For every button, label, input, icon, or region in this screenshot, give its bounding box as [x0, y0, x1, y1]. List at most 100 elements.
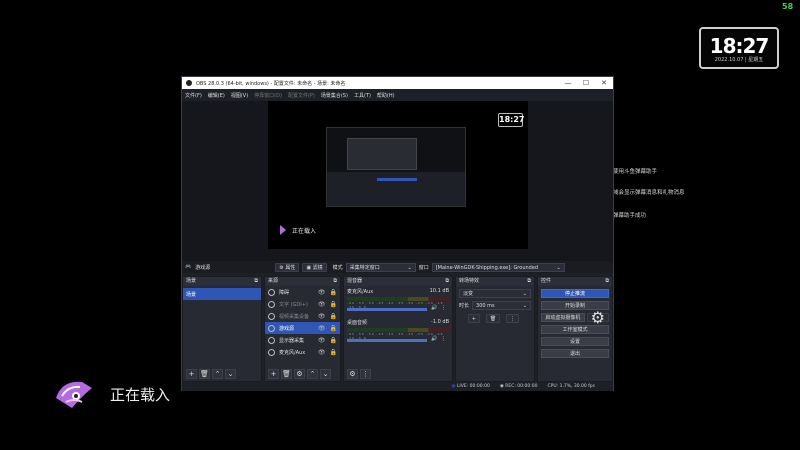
lock-icon: 🔒	[329, 324, 337, 332]
mixer-channel: 桌面音频 -1.0 dB -60 -55 -50 -45 -40 -35 -30 …	[347, 319, 449, 342]
preview-canvas[interactable]: 18:27 正在载入	[268, 101, 528, 249]
stop-streaming-button[interactable]: 停止推流	[541, 289, 609, 298]
title-bar: OBS 28.0.3 (64-bit, windows) - 配置文件: 未命名…	[182, 77, 613, 89]
audio-meter	[347, 328, 449, 332]
cpu-status: CPU: 1.7%, 30.00 fps	[547, 384, 596, 389]
source-item[interactable]: 视频采集设备 👁 🔒	[265, 310, 340, 322]
record-icon: ◉	[499, 384, 504, 389]
menu-profile[interactable]: 配置文件(P)	[288, 92, 315, 99]
clock-time: 18:27	[709, 34, 770, 58]
scenes-title: 场景	[186, 278, 197, 284]
add-scene-button[interactable]: +	[186, 369, 197, 379]
scene-item[interactable]: 场景	[183, 288, 261, 300]
more-icon[interactable]: ⋮	[441, 336, 446, 342]
properties-button[interactable]: ⚙ 属性	[275, 262, 300, 272]
source-item[interactable]: 文字 (GDI+) 👁 🔒	[265, 298, 340, 310]
move-up-button[interactable]: ⌃	[307, 369, 318, 379]
window-select[interactable]: [Maine-WinGDK-Shipping.exe]: Grounded ⌄	[431, 262, 565, 272]
danmu-note-2: 本区域会显示弹幕消息和礼物消息	[602, 190, 685, 196]
eye-icon: 👁	[317, 312, 326, 320]
preview-area: 18:27 正在载入	[182, 101, 613, 261]
lock-icon: 🔒	[329, 312, 337, 320]
add-source-button[interactable]: +	[268, 369, 279, 379]
source-item[interactable]: 麦克风/Aux 👁 🔒	[265, 346, 340, 358]
speaker-icon[interactable]: 🔊	[431, 336, 437, 342]
menu-tools[interactable]: 工具(T)	[354, 92, 371, 99]
undock-icon: ⧉	[333, 278, 337, 284]
undock-icon: ⧉	[605, 278, 609, 284]
volume-slider[interactable]	[347, 307, 427, 311]
move-up-button[interactable]: ⌃	[212, 369, 223, 379]
sources-dock: 来源 ⧉ 障碍 👁 🔒 文字 (GDI+) 👁 🔒 视频采集设备 👁 🔒 游戏源 👁 🔒 显示器采…	[264, 276, 341, 382]
source-settings-button[interactable]: ⚙	[294, 369, 305, 379]
menu-file[interactable]: 文件(F)	[185, 92, 202, 99]
nested-preview	[326, 127, 466, 207]
eye-icon: 👁	[317, 288, 326, 296]
menu-edit[interactable]: 编辑(E)	[208, 92, 225, 99]
lock-icon: 🔒	[329, 288, 337, 296]
channel-name: 桌面音频	[347, 320, 368, 326]
channel-db: 10.1 dB	[429, 288, 449, 294]
gear-icon[interactable]: ⚙	[586, 310, 609, 326]
source-icon	[268, 288, 275, 296]
controls-dock: 控件 ⧉ 停止推流 开始录制 启动虚拟摄像机 ⚙ 工作室模式 设置 退出	[537, 276, 613, 382]
transition-menu-button[interactable]: ⋮	[506, 314, 520, 323]
eye-icon: 👁	[317, 300, 326, 308]
lock-icon: 🔒	[329, 300, 337, 308]
camera-icon	[268, 312, 275, 320]
broadcast-icon: ◉	[451, 384, 456, 389]
channel-db: -1.0 dB	[431, 319, 449, 325]
clock-widget: 18:27 2022.10.07 | 星期五	[699, 27, 779, 69]
start-virtual-camera-button[interactable]: 启动虚拟摄像机	[541, 313, 585, 322]
speaker-icon[interactable]: 🔊	[431, 305, 437, 311]
text-icon	[268, 300, 275, 308]
remove-source-button[interactable]: 🗑	[281, 369, 292, 379]
obs-window: OBS 28.0.3 (64-bit, windows) - 配置文件: 未命名…	[181, 76, 614, 391]
controls-title: 控件	[541, 278, 552, 284]
mode-select[interactable]: 采集特定窗口 ⌄	[345, 262, 416, 272]
mixer-settings-button[interactable]: ⚙	[347, 369, 358, 379]
move-down-button[interactable]: ⌄	[320, 369, 331, 379]
close-button[interactable]: ✕	[595, 79, 613, 87]
obs-logo-icon	[186, 80, 192, 86]
loading-mascot-icon	[56, 381, 92, 408]
add-transition-button[interactable]: +	[467, 314, 480, 323]
mode-label: 模式	[332, 264, 343, 271]
minimize-button[interactable]: —	[559, 79, 577, 87]
duration-input[interactable]: 300 ms ⌄	[472, 301, 531, 310]
sources-title: 来源	[268, 278, 279, 284]
exit-button[interactable]: 退出	[541, 349, 609, 358]
fps-counter: 58	[782, 2, 794, 11]
gamepad-icon	[268, 324, 275, 332]
settings-button[interactable]: 设置	[541, 337, 609, 346]
remove-transition-button[interactable]: 🗑	[485, 314, 501, 323]
source-item[interactable]: 游戏源 👁 🔒	[265, 322, 340, 334]
menu-help[interactable]: 帮助(H)	[377, 92, 395, 99]
transition-select[interactable]: 淡变 ⌄	[459, 289, 531, 298]
gamepad-icon: 🎮	[185, 264, 192, 270]
maximize-button[interactable]: ☐	[577, 79, 595, 87]
menu-docks[interactable]: 停靠窗口(D)	[254, 92, 282, 99]
transitions-title: 转场特效	[459, 278, 480, 284]
source-item[interactable]: 显示器采集 👁 🔒	[265, 334, 340, 346]
preview-clock: 18:27	[498, 113, 524, 127]
undock-icon: ⧉	[445, 278, 449, 284]
move-down-button[interactable]: ⌄	[225, 369, 236, 379]
audio-meter	[347, 297, 449, 301]
more-icon[interactable]: ⋮	[441, 305, 446, 311]
remove-scene-button[interactable]: 🗑	[199, 369, 210, 379]
filters-button[interactable]: ▣ 滤镜	[302, 262, 327, 272]
selected-source-name: 游戏源	[195, 264, 211, 271]
volume-slider[interactable]	[347, 338, 427, 342]
source-item[interactable]: 障碍 👁 🔒	[265, 286, 340, 298]
lock-icon: 🔒	[329, 336, 337, 344]
preview-loading: 正在载入	[280, 225, 316, 235]
menu-view[interactable]: 视图(V)	[231, 92, 248, 99]
scenes-dock: 场景 ⧉ 场景 + 🗑 ⌃ ⌄	[182, 276, 262, 382]
status-bar: ◉ LIVE: 00:00:00 ◉ REC: 00:00:00 CPU: 1.…	[182, 382, 613, 391]
chevron-down-icon: ⌄	[407, 264, 412, 271]
undock-icon: ⧉	[254, 278, 258, 284]
lock-icon: 🔒	[329, 348, 337, 356]
mixer-menu-button[interactable]: ⋮	[360, 369, 371, 379]
menu-scene-collection[interactable]: 场景集合(S)	[321, 92, 348, 99]
